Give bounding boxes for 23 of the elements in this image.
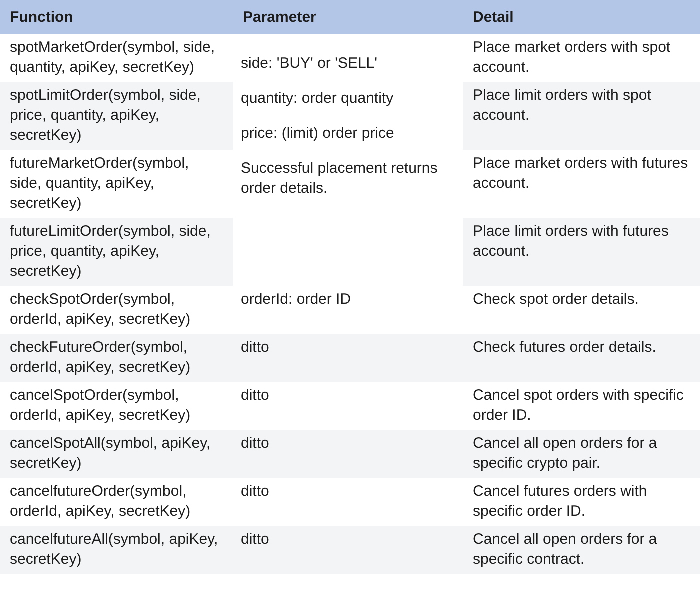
column-header: Detail: [463, 0, 700, 34]
parameter-text: ditto: [241, 530, 270, 550]
parameter-text: Successful placement returns order details.: [241, 159, 439, 199]
column-header: Parameter: [233, 0, 463, 34]
table-cell: futureLimitOrder(symbol, side, price, quantity, apiKey, secretKey): [0, 218, 233, 286]
parameter-text: ditto: [241, 338, 270, 358]
parameter-text: ditto: [241, 386, 270, 406]
parameter-text: ditto: [241, 434, 270, 454]
table-cell: Place limit orders with futures account.: [463, 218, 700, 286]
parameter-text: quantity: order quantity: [241, 89, 395, 109]
table-cell: Cancel all open orders for a specific crypto pair.: [463, 430, 700, 478]
table-cell: cancelfutureAll(symbol, apiKey, secretKey): [0, 526, 233, 574]
table-cell: cancelSpotAll(symbol, apiKey, secretKey): [0, 430, 233, 478]
table-cell: Check futures order details.: [463, 334, 700, 382]
table-cell: Cancel all open orders for a specific contract.: [463, 526, 700, 574]
parameter-text: side: 'BUY' or 'SELL': [241, 54, 379, 74]
parameter-text: ditto: [241, 482, 270, 502]
parameter-text: orderId: order ID: [241, 290, 352, 310]
table-cell: Place limit orders with spot account.: [463, 82, 700, 150]
table-cell: spotLimitOrder(symbol, side, price, quantity, apiKey, secretKey): [0, 82, 233, 150]
column-header: Function: [0, 0, 233, 34]
parameter-text: price: (limit) order price: [241, 124, 396, 144]
table-cell: checkFutureOrder(symbol, orderId, apiKey, secretKey): [0, 334, 233, 382]
